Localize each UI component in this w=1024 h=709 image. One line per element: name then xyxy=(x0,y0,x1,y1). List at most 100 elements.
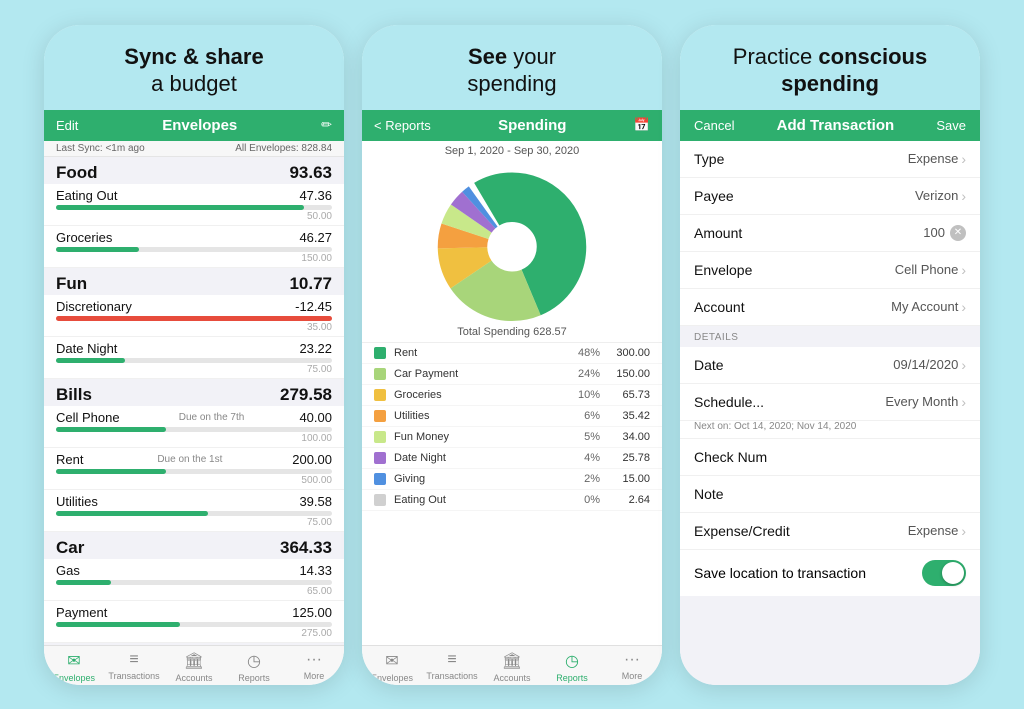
legend-car-dot xyxy=(374,368,386,380)
rep-tab-reports[interactable]: ◷ Reports xyxy=(542,651,602,683)
amount-clear-icon[interactable]: ✕ xyxy=(950,225,966,241)
rep-tab-transactions-label: Transactions xyxy=(426,671,477,681)
txn-payee-label: Payee xyxy=(694,188,734,204)
rep-tab-more[interactable]: ··· More xyxy=(602,651,662,683)
more-icon: ··· xyxy=(306,651,322,669)
legend-car-payment[interactable]: Car Payment 24% 150.00 xyxy=(362,364,662,385)
legend-giving[interactable]: Giving 2% 15.00 xyxy=(362,469,662,490)
list-item[interactable]: Gas 14.33 65.00 xyxy=(44,559,344,601)
txn-account-chevron: › xyxy=(961,299,966,315)
txn-account-row[interactable]: Account My Account › xyxy=(680,289,980,326)
txn-schedule-label: Schedule... xyxy=(694,394,764,410)
tab-transactions[interactable]: ≡ Transactions xyxy=(104,651,164,683)
txn-note-row[interactable]: Note xyxy=(680,476,980,513)
rep-tab-envelopes-label: Envelopes xyxy=(371,673,413,683)
list-item[interactable]: Utilities 39.58 75.00 xyxy=(44,490,344,532)
legend-eating-out[interactable]: Eating Out 0% 2.64 xyxy=(362,490,662,511)
panel3-headline-practice: Practice conscious xyxy=(733,44,927,69)
txn-expense-credit-row[interactable]: Expense/Credit Expense › xyxy=(680,513,980,550)
legend-fun-dot xyxy=(374,431,386,443)
txn-envelope-row[interactable]: Envelope Cell Phone › xyxy=(680,252,980,289)
legend-rent[interactable]: Rent 48% 300.00 xyxy=(362,343,662,364)
env-item-date-night-name: Date Night xyxy=(56,341,117,356)
txn-date-value[interactable]: 09/14/2020 › xyxy=(893,357,966,373)
txn-schedule-chevron: › xyxy=(961,394,966,410)
panel-envelopes: Sync & share a budget Edit Envelopes ✏ L… xyxy=(44,25,344,685)
env-edit-button[interactable]: Edit xyxy=(56,118,78,133)
txn-cancel-button[interactable]: Cancel xyxy=(694,118,734,133)
legend-rent-dot xyxy=(374,347,386,359)
list-item[interactable]: Groceries 46.27 150.00 xyxy=(44,226,344,268)
env-item-date-night-amount: 23.22 xyxy=(299,341,332,356)
tab-more[interactable]: ··· More xyxy=(284,651,344,683)
tab-reports[interactable]: ◷ Reports xyxy=(224,651,284,683)
txn-type-row[interactable]: Type Expense › xyxy=(680,141,980,178)
legend-fun-amt: 34.00 xyxy=(600,431,650,443)
panel3-headline: Practice conscious spending xyxy=(680,25,980,110)
legend-groceries[interactable]: Groceries 10% 65.73 xyxy=(362,385,662,406)
rep-back-button[interactable]: < Reports xyxy=(374,118,431,133)
rep-transactions-icon: ≡ xyxy=(447,651,456,669)
env-item-date-night-budget: 75.00 xyxy=(56,364,332,375)
rep-tab-more-label: More xyxy=(622,671,643,681)
list-item[interactable]: Rent Due on the 1st 200.00 500.00 xyxy=(44,448,344,490)
txn-save-button[interactable]: Save xyxy=(936,118,966,133)
panel-add-transaction: Practice conscious spending Cancel Add T… xyxy=(680,25,980,685)
txn-expense-credit-value[interactable]: Expense › xyxy=(908,523,966,539)
txn-schedule-value[interactable]: Every Month › xyxy=(885,394,966,410)
txn-checknum-row[interactable]: Check Num xyxy=(680,439,980,476)
txn-date-row[interactable]: Date 09/14/2020 › xyxy=(680,347,980,384)
list-item[interactable]: Payment 125.00 275.00 xyxy=(44,601,344,643)
legend-car-amt: 150.00 xyxy=(600,368,650,380)
legend-date-night-pct: 4% xyxy=(564,452,600,464)
rep-tab-envelopes[interactable]: ✉ Envelopes xyxy=(362,651,422,683)
env-edit-icon[interactable]: ✏ xyxy=(321,117,332,133)
env-group-fun-name: Fun xyxy=(56,274,87,294)
tab-accounts-label: Accounts xyxy=(175,673,212,683)
txn-account-value[interactable]: My Account › xyxy=(891,299,966,315)
tab-envelopes-label: Envelopes xyxy=(53,673,95,683)
list-item[interactable]: Cell Phone Due on the 7th 40.00 100.00 xyxy=(44,406,344,448)
txn-location-toggle-row[interactable]: Save location to transaction xyxy=(680,550,980,596)
legend-fun-money[interactable]: Fun Money 5% 34.00 xyxy=(362,427,662,448)
env-subbar: Last Sync: <1m ago All Envelopes: 828.84 xyxy=(44,141,344,157)
txn-payee-row[interactable]: Payee Verizon › xyxy=(680,178,980,215)
legend-groceries-dot xyxy=(374,389,386,401)
txn-amount-row[interactable]: Amount 100 ✕ xyxy=(680,215,980,252)
txn-topbar: Cancel Add Transaction Save xyxy=(680,110,980,141)
panel1-headline-line2: a budget xyxy=(151,71,237,96)
rep-reports-icon: ◷ xyxy=(565,651,579,671)
env-item-payment-name: Payment xyxy=(56,605,107,620)
txn-amount-value[interactable]: 100 ✕ xyxy=(923,225,966,241)
list-item[interactable]: Discretionary -12.45 35.00 xyxy=(44,295,344,337)
rep-tab-transactions[interactable]: ≡ Transactions xyxy=(422,651,482,683)
txn-details-header: DETAILS xyxy=(680,326,980,347)
legend-utilities[interactable]: Utilities 6% 35.42 xyxy=(362,406,662,427)
txn-envelope-value[interactable]: Cell Phone › xyxy=(895,262,966,278)
legend-date-night-dot xyxy=(374,452,386,464)
tab-accounts[interactable]: 🏛 Accounts xyxy=(164,651,224,683)
rep-calendar-icon[interactable]: 📅 xyxy=(634,117,650,133)
txn-date-chevron: › xyxy=(961,357,966,373)
legend-date-night[interactable]: Date Night 4% 25.78 xyxy=(362,448,662,469)
txn-schedule-row[interactable]: Schedule... Every Month › xyxy=(680,384,980,421)
legend-utilities-pct: 6% xyxy=(564,410,600,422)
envelope-screen: Edit Envelopes ✏ Last Sync: <1m ago All … xyxy=(44,110,344,685)
txn-location-toggle[interactable] xyxy=(922,560,966,586)
tab-envelopes[interactable]: ✉ Envelopes xyxy=(44,651,104,683)
txn-type-value[interactable]: Expense › xyxy=(908,151,966,167)
txn-checknum-label: Check Num xyxy=(694,449,767,465)
env-item-gas-budget: 65.00 xyxy=(56,586,332,597)
legend-rent-amt: 300.00 xyxy=(600,347,650,359)
rep-tab-accounts[interactable]: 🏛 Accounts xyxy=(482,651,542,683)
env-item-utilities-name: Utilities xyxy=(56,494,98,509)
legend-giving-pct: 2% xyxy=(564,473,600,485)
txn-payee-value[interactable]: Verizon › xyxy=(915,188,966,204)
list-item[interactable]: Eating Out 47.36 50.00 xyxy=(44,184,344,226)
txn-date-label: Date xyxy=(694,357,724,373)
rep-bottom-nav: ✉ Envelopes ≡ Transactions 🏛 Accounts ◷ … xyxy=(362,645,662,685)
list-item[interactable]: Date Night 23.22 75.00 xyxy=(44,337,344,379)
rep-chart xyxy=(362,161,662,324)
panel1-headline-bold: Sync & share xyxy=(124,44,263,69)
panel1-headline: Sync & share a budget xyxy=(44,25,344,110)
